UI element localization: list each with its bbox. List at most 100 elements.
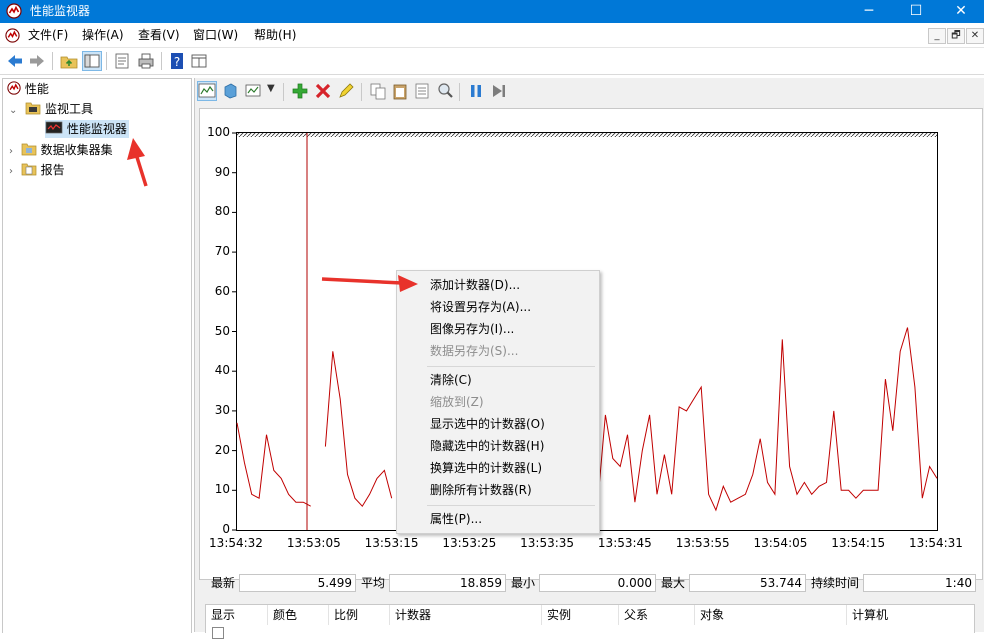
context-menu: 添加计数器(D)... 将设置另存为(A)... 图像另存为(I)... 数据另… — [396, 270, 600, 534]
column-header-scale[interactable]: 比例 — [329, 605, 390, 625]
column-header-instance[interactable]: 实例 — [542, 605, 619, 625]
view-graph-icon[interactable] — [197, 81, 217, 101]
performance-app-icon — [7, 81, 21, 95]
counter-table: 显示 颜色 比例 计数器 实例 父系 对象 计算机 — [205, 604, 975, 639]
column-header-counter[interactable]: 计数器 — [390, 605, 542, 625]
graph-toolbar: ▼ — [195, 78, 984, 106]
toolbar-separator — [52, 52, 53, 70]
show-hide-tree-icon[interactable] — [82, 51, 102, 71]
change-graph-type-icon[interactable] — [221, 82, 239, 100]
x-tick-label: 13:54:05 — [753, 536, 808, 550]
menu-action[interactable]: 操作(A) — [82, 27, 124, 43]
graph-view-dropdown-icon[interactable] — [245, 82, 263, 100]
close-button[interactable]: ✕ — [938, 0, 984, 23]
menu-file[interactable]: 文件(F) — [28, 27, 68, 43]
toolbar-separator — [459, 83, 460, 101]
menu-item-remove-all-counters[interactable]: 删除所有计数器(R) — [430, 479, 532, 501]
menu-separator — [427, 366, 595, 367]
menu-item-add-counters[interactable]: 添加计数器(D)... — [430, 274, 520, 296]
menu-item-save-settings-as[interactable]: 将设置另存为(A)... — [430, 296, 531, 318]
performance-app-icon[interactable] — [5, 28, 20, 43]
duration-value: 1:40 — [863, 574, 976, 592]
x-tick-label: 13:54:15 — [831, 536, 886, 550]
column-header-color[interactable]: 颜色 — [268, 605, 329, 625]
column-header-object[interactable]: 对象 — [695, 605, 847, 625]
menu-help[interactable]: 帮助(H) — [254, 27, 296, 43]
mdi-restore-button[interactable]: 🗗 — [947, 28, 965, 44]
up-folder-icon[interactable] — [60, 52, 78, 70]
menu-item-hide-selected-counters[interactable]: 隐藏选中的计数器(H) — [430, 435, 544, 457]
x-tick-label: 13:53:15 — [364, 536, 419, 550]
column-header-computer[interactable]: 计算机 — [847, 605, 974, 625]
tree-item-performance-monitor[interactable]: 性能监视器 — [45, 120, 129, 138]
y-tick-label: 80 — [214, 204, 230, 219]
y-tick-label: 70 — [214, 244, 230, 259]
duration-label: 持续时间 — [811, 576, 860, 590]
menu-item-show-selected-counters[interactable]: 显示选中的计数器(O) — [430, 413, 545, 435]
menu-bar: 文件(F) 操作(A) 查看(V) 窗口(W) 帮助(H) _ 🗗 ✕ — [0, 23, 984, 48]
navigation-tree: 性能 ⌄ 监视工具 性能监视器 › 数据收集器集 › 报告 — [2, 78, 192, 633]
tree-item-data-collector-sets[interactable]: › 数据收集器集 — [9, 141, 113, 159]
y-tick-label: 0 — [222, 522, 230, 536]
toolbar-separator — [161, 52, 162, 70]
column-header-parent[interactable]: 父系 — [619, 605, 695, 625]
toolbar-separator — [106, 52, 107, 70]
zoom-icon[interactable] — [436, 82, 454, 100]
y-tick-label: 20 — [214, 442, 230, 457]
properties-icon[interactable] — [413, 82, 431, 100]
print-icon[interactable] — [137, 52, 155, 70]
mdi-minimize-button[interactable]: _ — [928, 28, 946, 44]
toolbar-separator — [283, 83, 284, 101]
paste-counter-list-icon[interactable] — [391, 82, 409, 100]
highlight-icon[interactable] — [337, 82, 355, 100]
menu-item-properties[interactable]: 属性(P)... — [430, 508, 482, 530]
row-checkbox[interactable] — [212, 627, 224, 639]
column-header-show[interactable]: 显示 — [206, 605, 268, 625]
menu-separator — [427, 505, 595, 506]
folder-icon — [25, 102, 41, 115]
tree-item-performance[interactable]: 性能 — [7, 80, 49, 98]
performance-app-icon — [6, 3, 22, 19]
menu-view[interactable]: 查看(V) — [138, 27, 180, 43]
statistics-bar: 最新 5.499 平均 18.859 最小 0.000 最大 53.744 持续… — [209, 574, 984, 592]
y-tick-label: 30 — [214, 402, 230, 417]
mdi-close-button[interactable]: ✕ — [966, 28, 984, 44]
folder-icon — [21, 143, 37, 156]
chevron-right-icon[interactable]: › — [9, 166, 13, 177]
chevron-down-icon[interactable]: ⌄ — [9, 105, 17, 116]
x-tick-label: 13:54:31 — [909, 536, 963, 550]
menu-item-clear[interactable]: 清除(C) — [430, 369, 472, 391]
y-tick-label: 60 — [214, 283, 230, 298]
delete-counter-icon[interactable] — [314, 82, 332, 100]
add-counter-icon[interactable] — [291, 82, 309, 100]
tree-item-label: 性能 — [24, 82, 49, 96]
maximum-label: 最大 — [661, 576, 686, 590]
chevron-right-icon[interactable]: › — [9, 146, 13, 157]
y-tick-label: 100 — [207, 125, 230, 139]
maximize-button[interactable]: ☐ — [893, 0, 939, 23]
minimize-button[interactable]: ─ — [846, 0, 892, 23]
y-tick-label: 50 — [214, 323, 230, 338]
maximum-value: 53.744 — [689, 574, 806, 592]
menu-item-scale-selected-counters[interactable]: 换算选中的计数器(L) — [430, 457, 542, 479]
help-icon[interactable]: ? — [168, 52, 186, 70]
copy-properties-icon[interactable] — [369, 82, 387, 100]
forward-arrow-icon[interactable] — [28, 52, 46, 70]
tree-item-reports[interactable]: › 报告 — [9, 161, 65, 179]
menu-window[interactable]: 窗口(W) — [193, 27, 238, 43]
properties-pane-icon[interactable] — [190, 52, 208, 70]
export-list-icon[interactable] — [113, 52, 131, 70]
tree-item-label: 报告 — [40, 163, 65, 177]
chevron-down-icon[interactable]: ▼ — [267, 83, 275, 94]
y-tick-label: 90 — [214, 164, 230, 179]
monitor-chart-icon — [45, 121, 63, 134]
y-tick-label: 10 — [214, 482, 230, 497]
tree-item-label: 数据收集器集 — [40, 143, 113, 157]
update-data-icon[interactable] — [490, 82, 508, 100]
back-arrow-icon[interactable] — [6, 52, 24, 70]
tree-item-monitor-tools[interactable]: ⌄ 监视工具 — [9, 100, 93, 118]
svg-text:?: ? — [174, 55, 180, 69]
freeze-display-icon[interactable] — [467, 82, 485, 100]
menu-item-save-image-as[interactable]: 图像另存为(I)... — [430, 318, 514, 340]
last-value: 5.499 — [239, 574, 356, 592]
